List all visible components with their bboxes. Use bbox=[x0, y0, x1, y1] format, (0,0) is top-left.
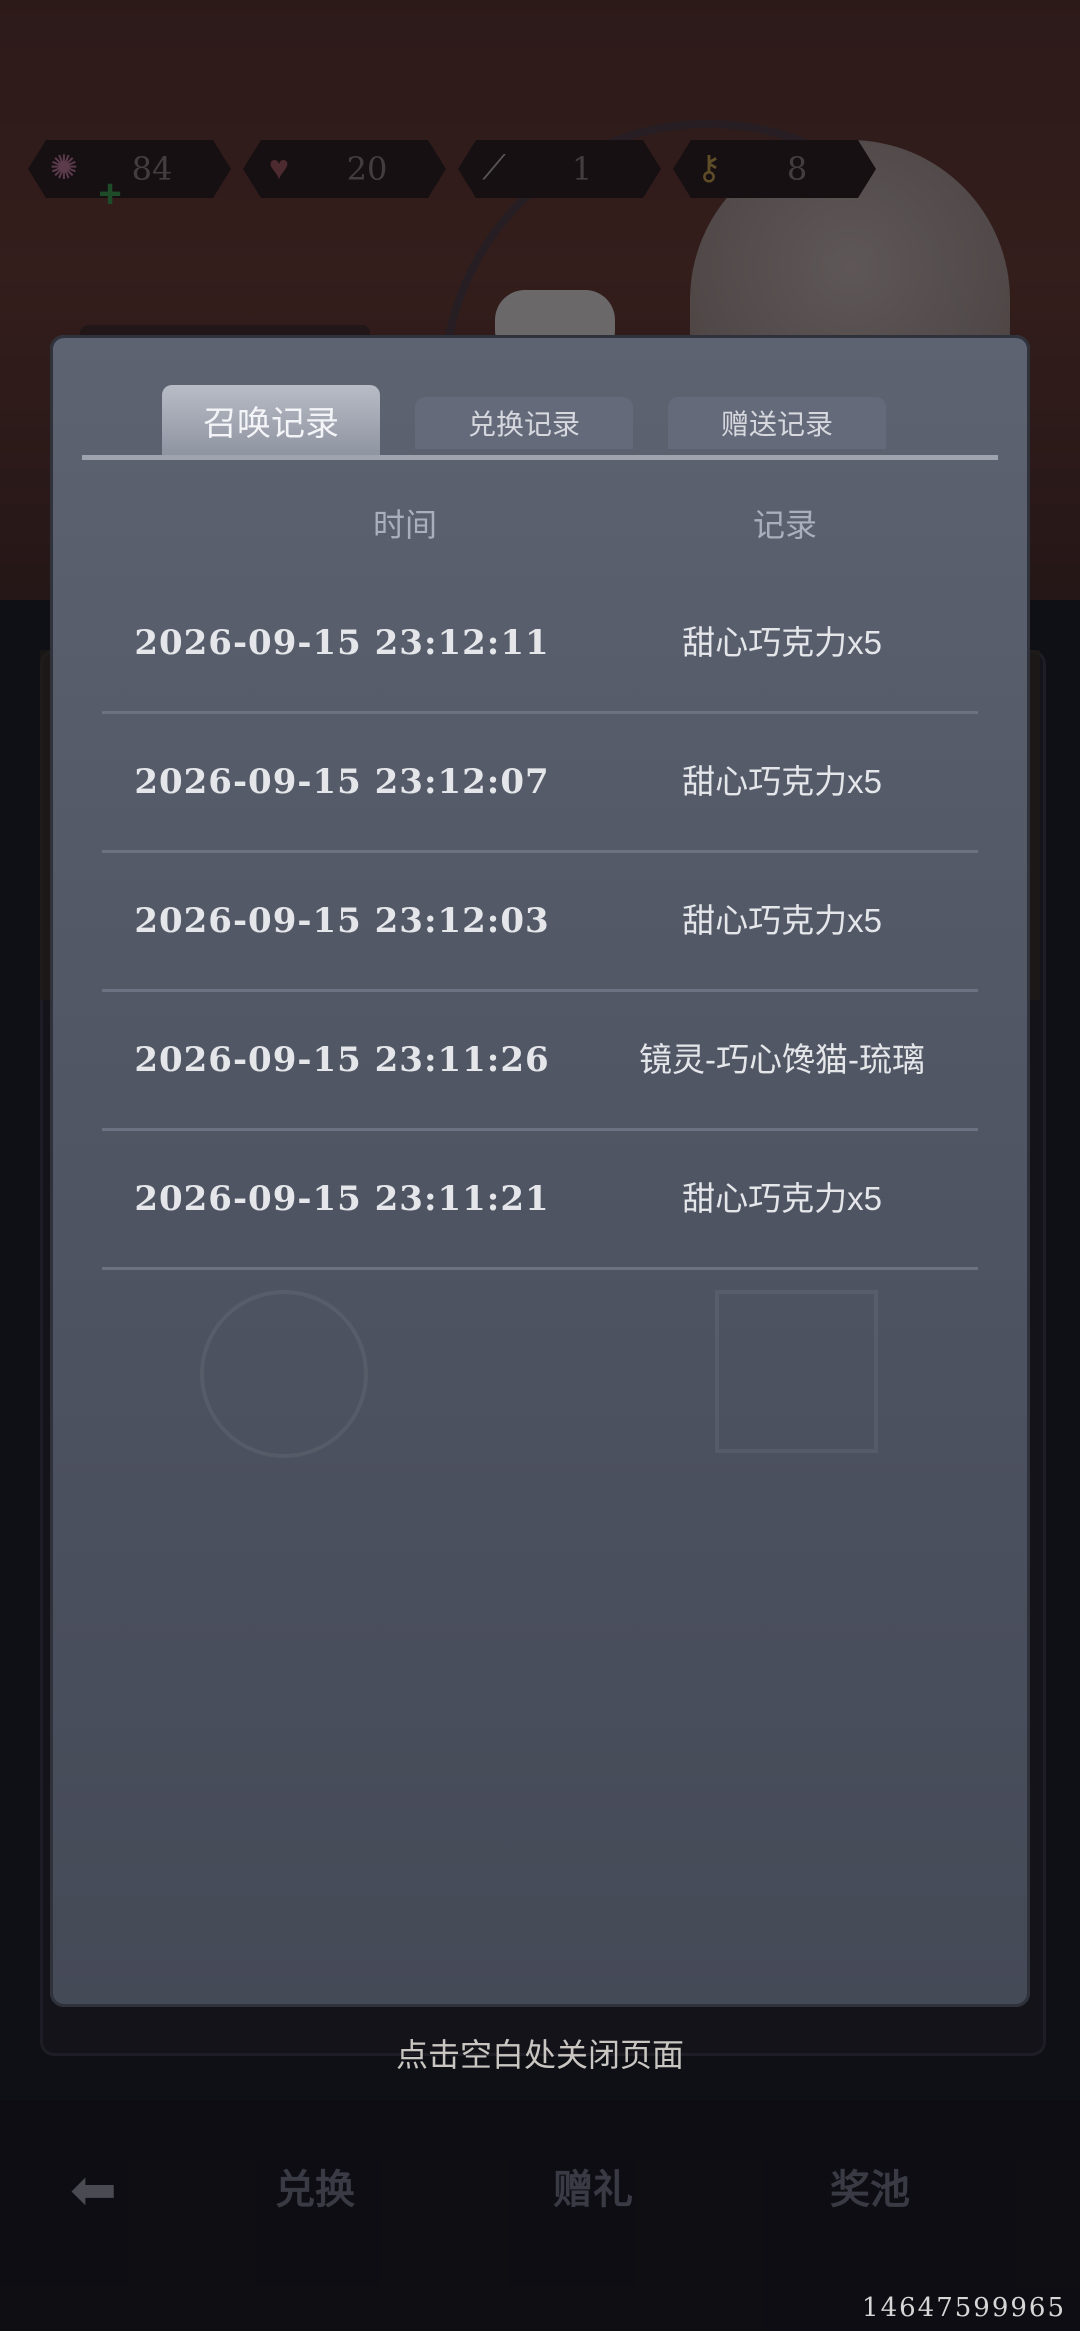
column-header-time: 时间 bbox=[372, 507, 437, 543]
user-id-watermark: 14647599965 bbox=[862, 2293, 1066, 2323]
nav-exchange[interactable]: 兑换 bbox=[275, 2150, 355, 2230]
row-record: 甜心巧克力x5 bbox=[682, 763, 882, 800]
row-record: 镜灵-巧心馋猫-琉璃 bbox=[639, 1041, 925, 1078]
records-modal: 召唤记录 兑换记录 赠送记录 时间 记录 2026-09-15 23:12:11… bbox=[50, 335, 1030, 2007]
row-record: 甜心巧克力x5 bbox=[682, 1180, 882, 1217]
table-row: 2026-09-15 23:11:26 镜灵-巧心馋猫-琉璃 bbox=[102, 992, 978, 1131]
background-item-ghost bbox=[200, 1290, 368, 1458]
row-time: 2026-09-15 23:11:21 bbox=[134, 1179, 550, 1219]
close-hint[interactable]: 点击空白处关闭页面 bbox=[0, 2030, 1080, 2080]
row-record: 甜心巧克力x5 bbox=[682, 902, 882, 939]
tab-summon-records[interactable]: 召唤记录 bbox=[162, 385, 380, 455]
tab-gift-records[interactable]: 赠送记录 bbox=[668, 397, 886, 449]
table-row: 2026-09-15 23:12:07 甜心巧克力x5 bbox=[102, 714, 978, 853]
nav-prize-pool[interactable]: 奖池 bbox=[830, 2150, 910, 2230]
row-time: 2026-09-15 23:11:26 bbox=[134, 1040, 550, 1080]
tab-divider bbox=[82, 455, 998, 460]
row-time: 2026-09-15 23:12:03 bbox=[134, 901, 550, 941]
bottom-nav: ⬅ 兑换 赠礼 奖池 bbox=[0, 2150, 1080, 2230]
row-record: 甜心巧克力x5 bbox=[682, 624, 882, 661]
table-row: 2026-09-15 23:11:21 甜心巧克力x5 bbox=[102, 1131, 978, 1270]
row-time: 2026-09-15 23:12:07 bbox=[134, 762, 550, 802]
tab-exchange-records[interactable]: 兑换记录 bbox=[415, 397, 633, 449]
arrow-left-icon[interactable]: ⬅ bbox=[70, 2150, 140, 2230]
table-row: 2026-09-15 23:12:03 甜心巧克力x5 bbox=[102, 853, 978, 992]
column-header-record: 记录 bbox=[752, 507, 817, 543]
nav-gift[interactable]: 赠礼 bbox=[553, 2150, 633, 2230]
records-list: 2026-09-15 23:12:11 甜心巧克力x5 2026-09-15 2… bbox=[102, 575, 978, 1270]
record-tabs: 召唤记录 兑换记录 赠送记录 bbox=[110, 385, 970, 455]
row-time: 2026-09-15 23:12:11 bbox=[134, 623, 550, 663]
screen: ✺ 84 ♥ 20 ⟋ 1 ⚷ 8 + 召唤记录 兑换记录 赠送记录 时间 记录 bbox=[0, 0, 1080, 2331]
table-row: 2026-09-15 23:12:11 甜心巧克力x5 bbox=[102, 575, 978, 714]
background-item-ghost bbox=[715, 1290, 878, 1453]
